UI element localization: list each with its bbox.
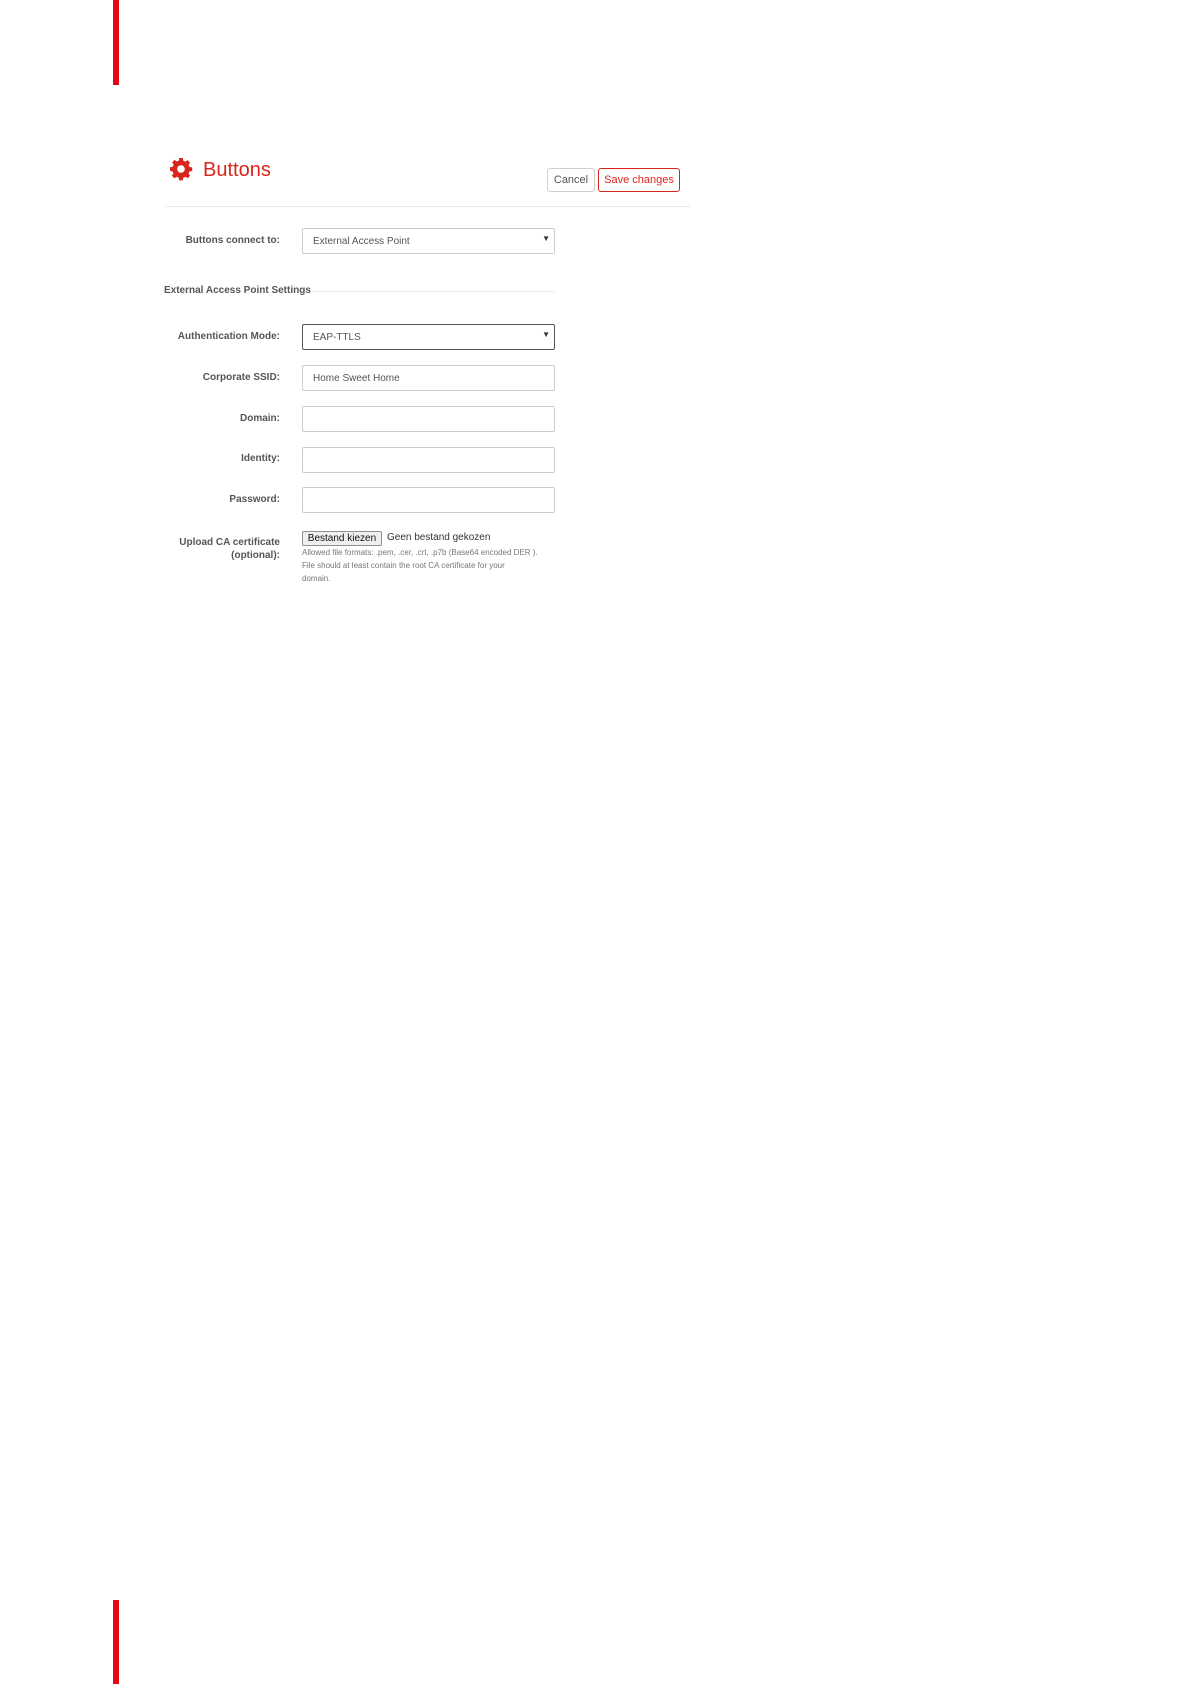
gear-icon	[170, 158, 193, 181]
help-line-3: domain.	[302, 574, 331, 583]
cancel-button[interactable]: Cancel	[547, 168, 595, 192]
certificate-help-text: Allowed file formats: .pem, .cer, .crt, …	[302, 546, 557, 585]
ssid-label: Corporate SSID:	[202, 372, 280, 383]
settings-panel: Buttons Cancel Save changes Buttons conn…	[164, 150, 690, 600]
ssid-input[interactable]	[302, 365, 555, 391]
chevron-down-icon: ▼	[542, 330, 550, 339]
identity-label: Identity:	[241, 453, 280, 464]
domain-input[interactable]	[302, 406, 555, 432]
help-line-2: File should at least contain the root CA…	[302, 561, 505, 570]
certificate-label-line1: Upload CA certificate	[179, 537, 280, 548]
identity-input[interactable]	[302, 447, 555, 473]
certificate-label-line2: (optional):	[231, 550, 280, 561]
chevron-down-icon: ▼	[542, 234, 550, 243]
buttons-connect-select[interactable]: External Access Point ▼	[302, 228, 555, 254]
certificate-label: Upload CA certificate (optional):	[165, 536, 280, 562]
domain-label: Domain:	[240, 413, 280, 424]
page-title: Buttons	[203, 159, 271, 181]
section-title: External Access Point Settings	[164, 285, 311, 296]
password-label: Password:	[229, 494, 280, 505]
help-line-1: Allowed file formats: .pem, .cer, .crt, …	[302, 548, 538, 557]
auth-mode-label: Authentication Mode:	[177, 331, 280, 342]
header-divider	[165, 206, 690, 207]
section-divider	[312, 291, 555, 292]
password-input[interactable]	[302, 487, 555, 513]
save-changes-button[interactable]: Save changes	[598, 168, 680, 192]
auth-mode-value: EAP-TTLS	[313, 331, 361, 343]
buttons-connect-value: External Access Point	[313, 235, 410, 247]
page-edge-bar-bottom	[113, 1600, 119, 1684]
choose-file-button[interactable]: Bestand kiezen	[302, 531, 382, 546]
page-edge-bar-top	[113, 0, 119, 85]
auth-mode-select[interactable]: EAP-TTLS ▼	[302, 324, 555, 350]
buttons-connect-label: Buttons connect to:	[185, 235, 280, 246]
file-status-text: Geen bestand gekozen	[387, 532, 491, 543]
